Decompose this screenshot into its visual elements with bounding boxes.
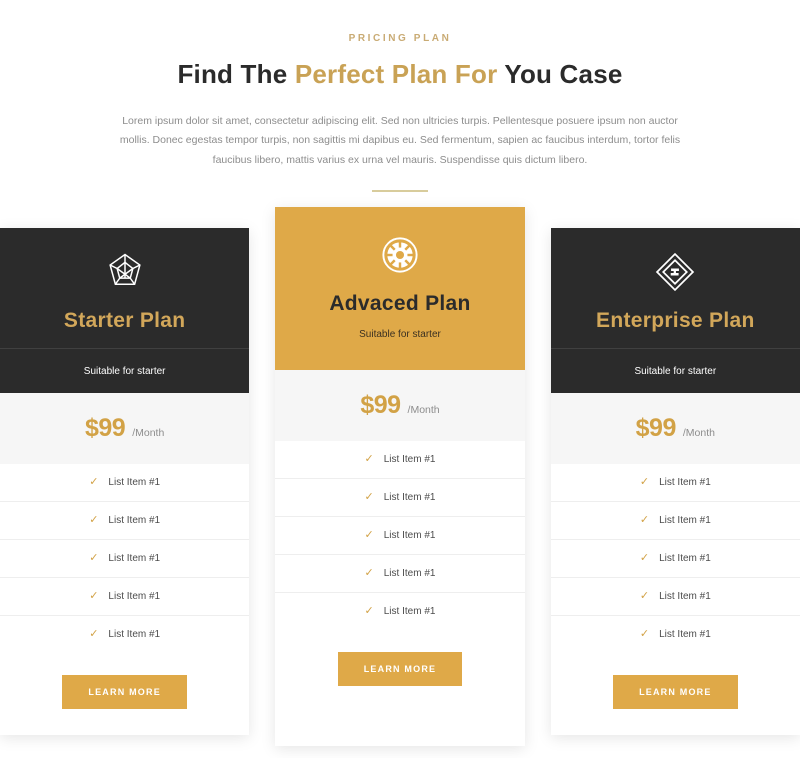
list-item: ✓ List Item #1 bbox=[550, 540, 800, 578]
check-icon: ✓ bbox=[364, 491, 374, 503]
list-item: ✓ List Item #1 bbox=[0, 540, 250, 578]
price-band-enterprise: $99 /Month bbox=[550, 393, 800, 464]
list-item: ✓ List Item #1 bbox=[275, 441, 525, 479]
feature-label: List Item #1 bbox=[108, 515, 161, 526]
check-icon: ✓ bbox=[639, 590, 650, 602]
feature-list-advaced: ✓ List Item #1 ✓ List Item #1 ✓ List Item #… bbox=[275, 441, 525, 630]
intro-paragraph: Lorem ipsum dolor sit amet, consectetur … bbox=[119, 115, 681, 166]
check-icon: ✓ bbox=[639, 628, 650, 640]
check-icon: ✓ bbox=[364, 605, 374, 617]
feature-label: List Item #1 bbox=[659, 629, 711, 640]
section-eyebrow: PRICING PLAN bbox=[348, 33, 452, 44]
feature-label: List Item #1 bbox=[383, 454, 436, 465]
feature-label: List Item #1 bbox=[383, 492, 436, 503]
pricing-card-list: Starter Plan Suitable for starter $99 /M… bbox=[0, 207, 800, 746]
list-item: ✓ List Item #1 bbox=[0, 502, 250, 540]
feature-list-starter: ✓ List Item #1 ✓ List Item #1 ✓ List Item #… bbox=[0, 464, 250, 653]
check-icon: ✓ bbox=[364, 529, 374, 541]
feature-label: List Item #1 bbox=[108, 591, 161, 602]
card-header-enterprise: Enterprise Plan Suitable for starter bbox=[550, 228, 800, 393]
price-period-advaced: /Month bbox=[407, 404, 440, 416]
pricing-card-enterprise: Enterprise Plan Suitable for starter $99… bbox=[550, 228, 800, 735]
nested-diamond-icon bbox=[551, 246, 800, 298]
feature-label: List Item #1 bbox=[108, 477, 161, 488]
list-item: ✓ List Item #1 bbox=[550, 578, 800, 616]
list-item: ✓ List Item #1 bbox=[551, 616, 800, 653]
check-icon: ✓ bbox=[89, 514, 99, 526]
list-item: ✓ List Item #1 bbox=[275, 593, 524, 630]
feature-label: List Item #1 bbox=[383, 606, 436, 617]
headline-part-2: You Case bbox=[497, 59, 623, 89]
learn-more-button-enterprise[interactable]: LEARN MORE bbox=[613, 675, 738, 709]
check-icon: ✓ bbox=[89, 552, 99, 564]
plan-name-advaced: Advaced Plan bbox=[329, 292, 471, 315]
check-icon: ✓ bbox=[364, 453, 374, 465]
feature-label: List Item #1 bbox=[108, 629, 161, 640]
feature-label: List Item #1 bbox=[108, 553, 161, 564]
feature-label: List Item #1 bbox=[659, 553, 711, 564]
learn-more-button-starter[interactable]: LEARN MORE bbox=[62, 675, 187, 709]
cta-container-enterprise: LEARN MORE bbox=[551, 653, 800, 735]
card-header-starter: Starter Plan Suitable for starter bbox=[0, 228, 250, 393]
plan-name-enterprise: Enterprise Plan bbox=[596, 309, 755, 332]
pricing-card-starter: Starter Plan Suitable for starter $99 /M… bbox=[0, 228, 250, 735]
check-icon: ✓ bbox=[639, 476, 650, 488]
check-icon: ✓ bbox=[639, 514, 650, 526]
list-item: ✓ List Item #1 bbox=[550, 464, 800, 502]
cog-emblem-icon bbox=[275, 229, 524, 281]
section-divider bbox=[372, 190, 428, 193]
learn-more-button-advaced[interactable]: LEARN MORE bbox=[337, 652, 463, 686]
feature-label: List Item #1 bbox=[659, 477, 711, 488]
plan-subtitle-starter: Suitable for starter bbox=[0, 348, 250, 393]
list-item: ✓ List Item #1 bbox=[0, 616, 249, 653]
feature-list-enterprise: ✓ List Item #1 ✓ List Item #1 ✓ List Item #… bbox=[550, 464, 800, 653]
card-header-advaced: Advaced Plan Suitable for starter bbox=[275, 207, 525, 370]
check-icon: ✓ bbox=[89, 476, 99, 488]
feature-label: List Item #1 bbox=[659, 591, 711, 602]
list-item: ✓ List Item #1 bbox=[550, 502, 800, 540]
price-period-enterprise: /Month bbox=[682, 427, 715, 439]
plan-subtitle-enterprise: Suitable for starter bbox=[550, 348, 800, 393]
price-amount-starter: $99 bbox=[85, 414, 126, 442]
cta-container-advaced: LEARN MORE bbox=[275, 630, 524, 712]
price-band-advaced: $99 /Month bbox=[275, 370, 525, 441]
price-amount-enterprise: $99 bbox=[635, 414, 677, 442]
plan-name-starter: Starter Plan bbox=[63, 309, 186, 332]
price-period-starter: /Month bbox=[132, 427, 165, 439]
headline-accent: Perfect Plan For bbox=[294, 59, 498, 89]
feature-label: List Item #1 bbox=[659, 515, 711, 526]
price-amount-advaced: $99 bbox=[360, 391, 401, 419]
check-icon: ✓ bbox=[89, 590, 99, 602]
list-item: ✓ List Item #1 bbox=[0, 578, 250, 616]
check-icon: ✓ bbox=[639, 552, 650, 564]
list-item: ✓ List Item #1 bbox=[275, 479, 525, 517]
list-item: ✓ List Item #1 bbox=[275, 517, 525, 555]
pricing-card-advaced: Advaced Plan Suitable for starter $99 /M… bbox=[275, 207, 525, 746]
page-title: Find The Perfect Plan For You Case bbox=[0, 59, 800, 90]
headline-part-1: Find The bbox=[177, 59, 295, 89]
pricing-intro: PRICING PLAN Find The Perfect Plan For Y… bbox=[0, 0, 800, 193]
list-item: ✓ List Item #1 bbox=[275, 555, 525, 593]
feature-label: List Item #1 bbox=[383, 530, 436, 541]
cta-container-starter: LEARN MORE bbox=[0, 653, 249, 735]
check-icon: ✓ bbox=[364, 567, 374, 579]
check-icon: ✓ bbox=[89, 628, 99, 640]
plan-subtitle-advaced: Suitable for starter bbox=[359, 329, 441, 340]
price-band-starter: $99 /Month bbox=[0, 393, 250, 464]
polyhedron-icon bbox=[0, 246, 249, 298]
feature-label: List Item #1 bbox=[383, 568, 436, 579]
list-item: ✓ List Item #1 bbox=[0, 464, 250, 502]
